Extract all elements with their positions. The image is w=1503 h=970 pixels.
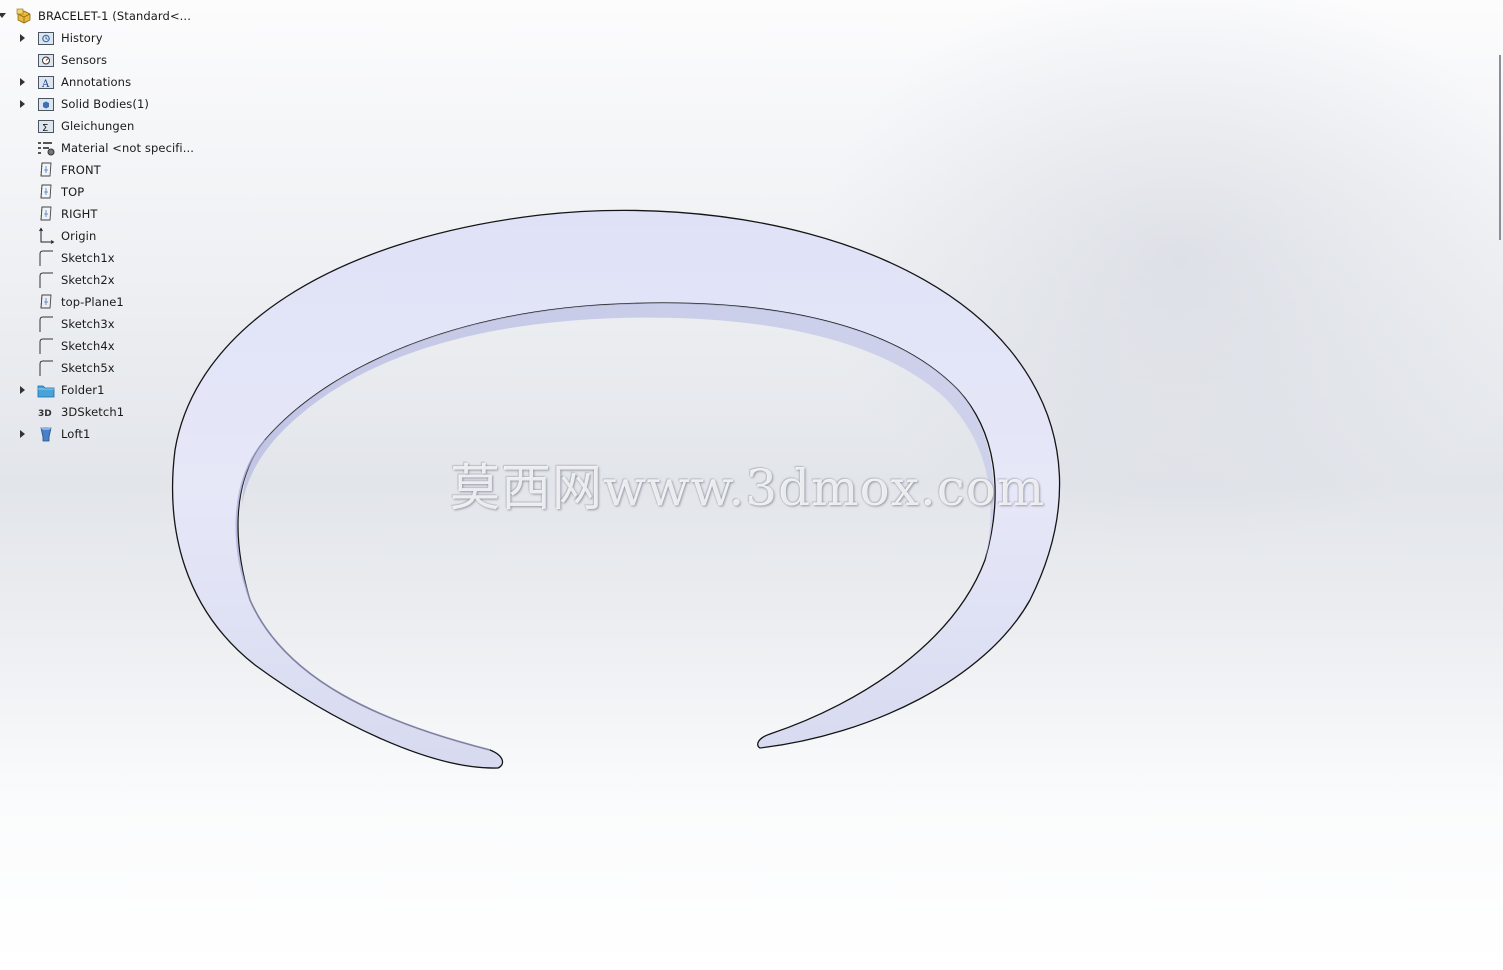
plane-icon [37,205,55,223]
sketch-icon [37,359,55,377]
tree-item-annotations[interactable]: A Annotations [0,71,200,93]
tree-item-label: Sensors [61,53,108,67]
tree-item-label: Gleichungen [61,119,135,133]
expand-arrow-icon[interactable] [20,386,25,394]
tree-item-label: Sketch2x [61,273,115,287]
tree-item-right[interactable]: RIGHT [0,203,200,225]
part-icon [15,7,33,25]
tree-item-label: History [61,31,103,45]
sensors-folder-icon [37,51,55,69]
tree-item-sketch2x[interactable]: Sketch2x [0,269,200,291]
tree-item-label: Sketch1x [61,251,115,265]
tree-item-label: Solid Bodies(1) [61,97,149,111]
plane-icon [37,183,55,201]
tree-item-gleichungen[interactable]: Σ Gleichungen [0,115,200,137]
expand-arrow-icon[interactable] [20,100,25,108]
tree-item-label: Loft1 [61,427,91,441]
tree-item-label: 3DSketch1 [61,405,125,419]
expand-arrow-icon[interactable] [20,430,25,438]
expand-arrow-icon[interactable] [20,78,25,86]
tree-items: History Sensors A Annotations Solid Bodies(1… [0,27,200,445]
tree-item-label: Sketch5x [61,361,115,375]
expand-arrow-icon[interactable] [20,34,25,42]
material-icon [37,139,55,157]
tree-item-sketch3x[interactable]: Sketch3x [0,313,200,335]
tree-item-label: Sketch4x [61,339,115,353]
tree-item-solid-bodies-1[interactable]: Solid Bodies(1) [0,93,200,115]
tree-item-front[interactable]: FRONT [0,159,200,181]
loft-icon [37,425,55,443]
equations-folder-icon: Σ [37,117,55,135]
tree-item-sensors[interactable]: Sensors [0,49,200,71]
svg-text:3D: 3D [38,409,52,419]
tree-item-label: RIGHT [61,207,98,221]
tree-item-sketch4x[interactable]: Sketch4x [0,335,200,357]
sketch-icon [37,249,55,267]
tree-item-3dsketch1[interactable]: 3D 3DSketch1 [0,401,200,423]
tree-item-history[interactable]: History [0,27,200,49]
tree-item-label: FRONT [61,163,101,177]
3d-sketch-icon: 3D [37,403,55,421]
watermark-text: 莫西网www.3dmox.com [450,459,1046,517]
part-name: BRACELET-1 (Standard<... [38,9,191,23]
viewport-scrollbar[interactable] [1499,55,1501,240]
tree-item-sketch1x[interactable]: Sketch1x [0,247,200,269]
sketch-icon [37,315,55,333]
tree-item-label: Annotations [61,75,132,89]
folder-icon [37,381,55,399]
tree-root-bracelet[interactable]: BRACELET-1 (Standard<... [0,5,200,27]
tree-item-top-plane1[interactable]: top-Plane1 [0,291,200,313]
plane-icon [37,293,55,311]
tree-item-label: Material <not specifi... [61,141,194,155]
history-folder-icon [37,29,55,47]
tree-item-origin[interactable]: Origin [0,225,200,247]
collapse-arrow-icon[interactable] [0,13,6,18]
tree-item-loft1[interactable]: Loft1 [0,423,200,445]
tree-item-label: Folder1 [61,383,105,397]
tree-item-material-not-specifi[interactable]: Material <not specifi... [0,137,200,159]
origin-icon [37,227,55,245]
svg-text:Σ: Σ [42,123,48,134]
annotations-folder-icon: A [37,73,55,91]
solid-bodies-folder-icon [37,95,55,113]
tree-item-label: TOP [61,185,85,199]
tree-item-label: Origin [61,229,97,243]
tree-item-label: Sketch3x [61,317,115,331]
sketch-icon [37,337,55,355]
tree-item-top[interactable]: TOP [0,181,200,203]
sketch-icon [37,271,55,289]
feature-manager-tree: BRACELET-1 (Standard<... History Sensors A… [0,5,200,445]
tree-item-sketch5x[interactable]: Sketch5x [0,357,200,379]
svg-text:A: A [41,79,50,90]
tree-item-folder1[interactable]: Folder1 [0,379,200,401]
plane-icon [37,161,55,179]
tree-item-label: top-Plane1 [61,295,124,309]
